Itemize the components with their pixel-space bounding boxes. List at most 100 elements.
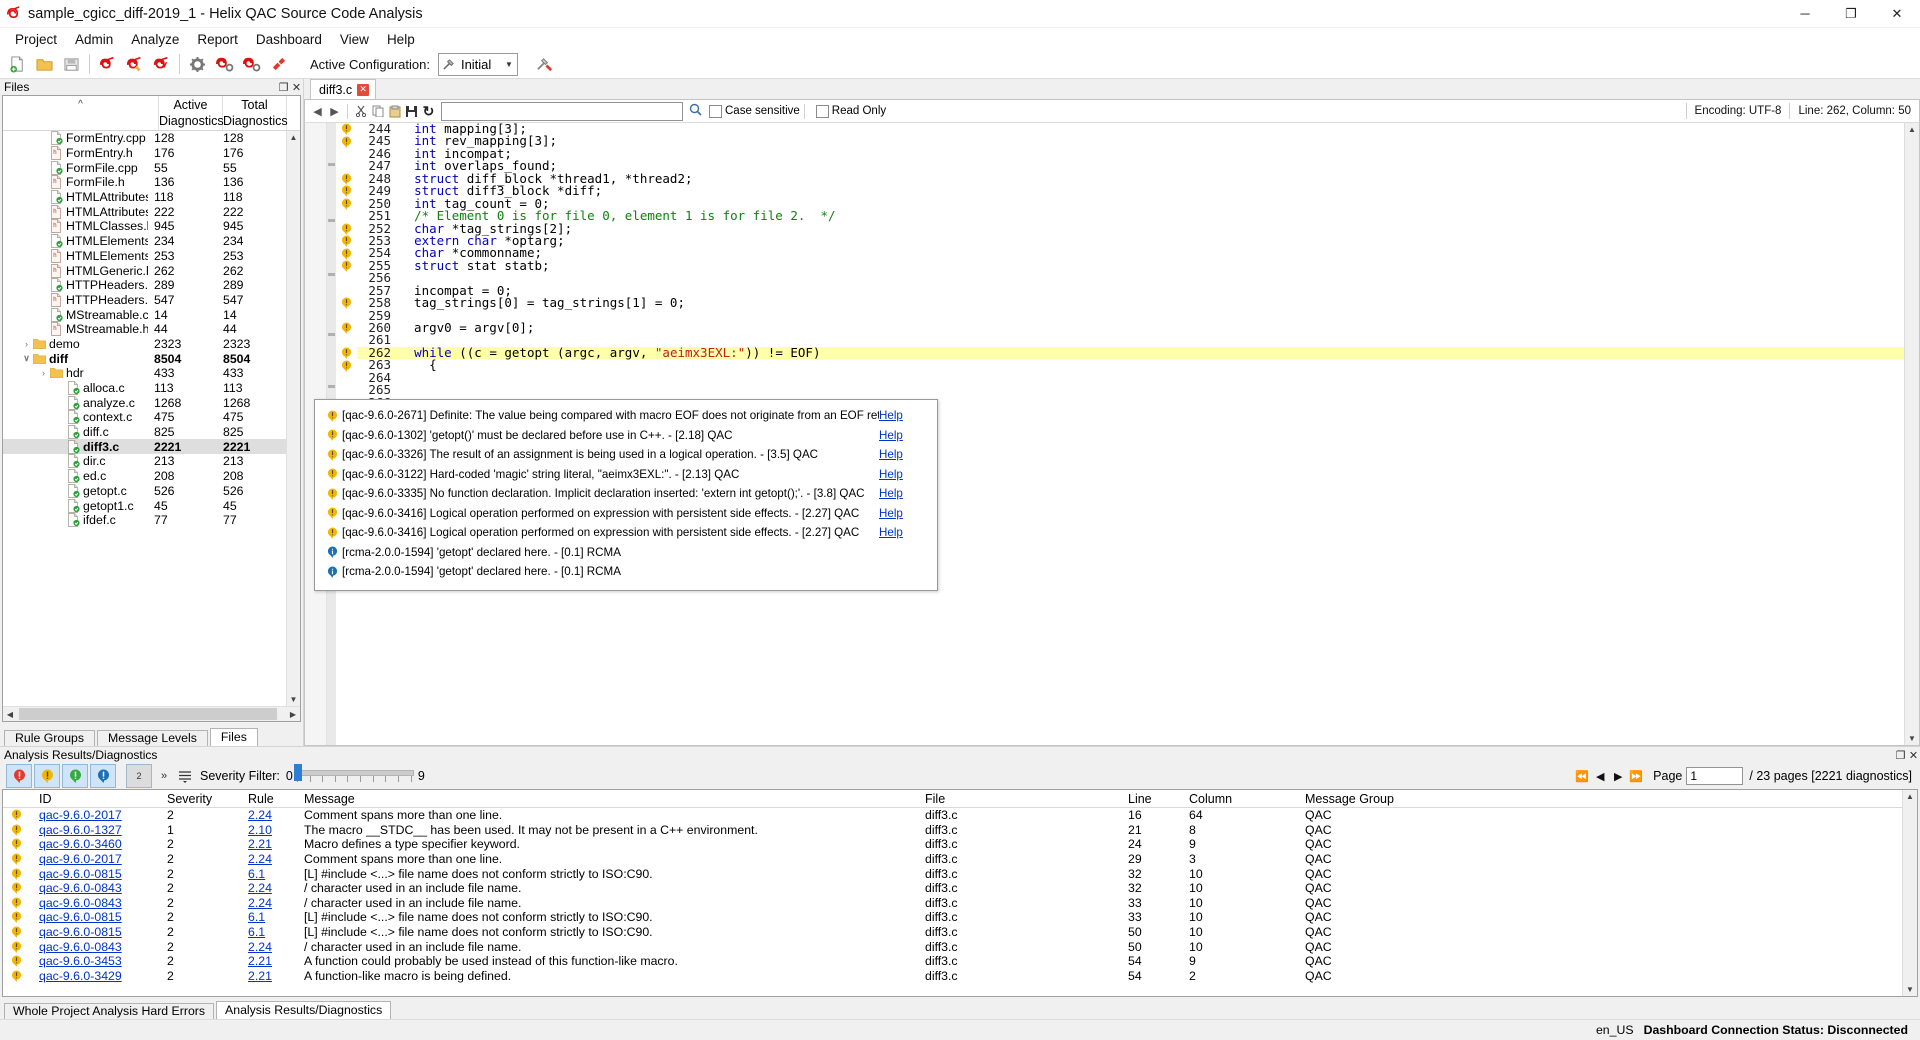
diagnostics-rows[interactable]: qac-9.6.0-201722.24Comment spans more th… bbox=[3, 808, 1902, 996]
file-tree-row[interactable]: ›demo23232323 bbox=[3, 337, 286, 352]
close-button[interactable]: ✕ bbox=[1874, 0, 1920, 27]
code-line[interactable]: 264 bbox=[357, 372, 1904, 384]
diagnostic-rule-link[interactable]: 2.10 bbox=[248, 823, 272, 837]
diagnostic-rule-link[interactable]: 2.21 bbox=[248, 954, 272, 968]
open-project-icon[interactable] bbox=[31, 51, 58, 77]
col-message-group[interactable]: Message Group bbox=[1299, 792, 1485, 806]
menu-admin[interactable]: Admin bbox=[66, 30, 122, 49]
diagnostic-rule-link[interactable]: 2.24 bbox=[248, 881, 272, 895]
close-icon[interactable]: ✕ bbox=[1907, 749, 1920, 762]
diagnostic-id-link[interactable]: qac-9.6.0-3429 bbox=[39, 969, 122, 983]
code-line[interactable]: 249 struct diff3_block *diff; bbox=[357, 185, 1904, 197]
help-link[interactable]: Help bbox=[879, 448, 937, 461]
scroll-down-icon[interactable]: ▼ bbox=[287, 693, 300, 706]
table-row[interactable]: qac-9.6.0-201722.24Comment spans more th… bbox=[3, 808, 1902, 823]
case-sensitive-checkbox[interactable]: Case sensitive bbox=[709, 105, 800, 118]
diagnostic-rule[interactable]: 2.10 bbox=[242, 823, 298, 837]
table-row[interactable]: qac-9.6.0-132712.10The macro __STDC__ ha… bbox=[3, 823, 1902, 838]
refresh-icon[interactable]: ↻ bbox=[420, 102, 437, 120]
diagnostic-id-link[interactable]: qac-9.6.0-0843 bbox=[39, 896, 122, 910]
col-line[interactable]: Line bbox=[1122, 792, 1183, 806]
code-line[interactable]: 265 bbox=[357, 384, 1904, 396]
diagnostic-id-link[interactable]: qac-9.6.0-2017 bbox=[39, 808, 122, 822]
file-tree-row[interactable]: getopt1.c4545 bbox=[3, 498, 286, 513]
analyze-icon[interactable] bbox=[94, 51, 121, 77]
diagnostic-rule-link[interactable]: 2.24 bbox=[248, 896, 272, 910]
diagnostic-id[interactable]: qac-9.6.0-0843 bbox=[33, 881, 161, 895]
analysis-tab[interactable]: Analysis Results/Diagnostics bbox=[216, 1001, 391, 1019]
help-link[interactable]: Help bbox=[879, 487, 937, 500]
read-only-checkbox[interactable]: Read Only bbox=[816, 105, 886, 118]
code-editor[interactable]: 244 int mapping[3];245 int rev_mapping[3… bbox=[304, 123, 1920, 746]
file-tree-row[interactable]: diff.c825825 bbox=[3, 425, 286, 440]
next-page-button[interactable]: ▶ bbox=[1609, 770, 1627, 783]
tree-expander-icon[interactable]: ∨ bbox=[21, 353, 32, 364]
scroll-up-icon[interactable]: ▲ bbox=[1905, 123, 1919, 136]
help-link[interactable]: Help bbox=[879, 429, 937, 442]
file-tree-row[interactable]: ›hdr433433 bbox=[3, 366, 286, 381]
scroll-left-icon[interactable]: ◀ bbox=[3, 710, 17, 719]
scroll-down-icon[interactable]: ▼ bbox=[1905, 732, 1919, 745]
active-configuration-select[interactable]: Initial ▼ bbox=[438, 53, 518, 76]
diagnostic-rule-link[interactable]: 6.1 bbox=[248, 910, 265, 924]
hscroll-thumb[interactable] bbox=[19, 708, 277, 720]
table-row[interactable]: qac-9.6.0-201722.24Comment spans more th… bbox=[3, 852, 1902, 867]
diagnostic-id[interactable]: qac-9.6.0-1327 bbox=[33, 823, 161, 837]
help-link[interactable]: Help bbox=[879, 468, 937, 481]
dashboard-link-icon[interactable] bbox=[265, 51, 292, 77]
diagnostic-id[interactable]: qac-9.6.0-2017 bbox=[33, 852, 161, 866]
save-icon[interactable] bbox=[403, 102, 420, 120]
file-tree-row[interactable]: alloca.c113113 bbox=[3, 381, 286, 396]
diagnostic-id-link[interactable]: qac-9.6.0-0843 bbox=[39, 881, 122, 895]
diagnostic-rule[interactable]: 2.21 bbox=[242, 837, 298, 851]
code-line[interactable]: 245 int rev_mapping[3]; bbox=[357, 135, 1904, 147]
code-line[interactable]: 254 char *commonname; bbox=[357, 247, 1904, 259]
table-row[interactable]: qac-9.6.0-345322.21A function could prob… bbox=[3, 954, 1902, 969]
files-col-total-diagnostics[interactable]: TotalDiagnostics bbox=[223, 96, 287, 130]
help-link[interactable]: Help bbox=[879, 507, 937, 520]
table-row[interactable]: qac-9.6.0-081526.1[L] #include <...> fil… bbox=[3, 866, 1902, 881]
diagnostic-id-link[interactable]: qac-9.6.0-0815 bbox=[39, 910, 122, 924]
analysis-rules-icon[interactable] bbox=[238, 51, 265, 77]
diagnostic-rule[interactable]: 6.1 bbox=[242, 925, 298, 939]
analyze-run-icon[interactable] bbox=[148, 51, 175, 77]
table-row[interactable]: qac-9.6.0-084322.24/ character used in a… bbox=[3, 896, 1902, 911]
code-line[interactable]: 262 while ((c = getopt (argc, argv, "aei… bbox=[357, 347, 1904, 359]
col-id[interactable]: ID bbox=[33, 792, 161, 806]
scroll-down-icon[interactable]: ▼ bbox=[1903, 983, 1917, 996]
list-menu-icon[interactable] bbox=[174, 769, 196, 783]
file-tree-row[interactable]: hHTMLGeneric.h262262 bbox=[3, 263, 286, 278]
diagnostic-rule[interactable]: 2.21 bbox=[242, 954, 298, 968]
scroll-up-icon[interactable]: ▲ bbox=[287, 131, 300, 144]
diagnostics-vscrollbar[interactable]: ▲ ▼ bbox=[1902, 790, 1917, 996]
page-number-input[interactable]: 1 bbox=[1686, 767, 1743, 785]
scroll-up-icon[interactable]: ▲ bbox=[1903, 790, 1917, 803]
file-tree-row[interactable]: HTTPHeaders.cpp289289 bbox=[3, 278, 286, 293]
diagnostic-id[interactable]: qac-9.6.0-0843 bbox=[33, 940, 161, 954]
diagnostic-id-link[interactable]: qac-9.6.0-2017 bbox=[39, 852, 122, 866]
editor-tab-diff3c[interactable]: diff3.c ✕ bbox=[310, 79, 376, 99]
search-input[interactable] bbox=[441, 102, 683, 121]
diagnostic-rule[interactable]: 6.1 bbox=[242, 867, 298, 881]
file-tree-row[interactable]: HTMLElements.cpp234234 bbox=[3, 234, 286, 249]
file-tree-row[interactable]: hHTMLClasses.h945945 bbox=[3, 219, 286, 234]
file-tree-row[interactable]: hMStreamable.h4444 bbox=[3, 322, 286, 337]
tree-expander-icon[interactable]: › bbox=[38, 368, 49, 378]
paste-icon[interactable] bbox=[386, 102, 403, 120]
col-column[interactable]: Column bbox=[1183, 792, 1299, 806]
magnifier-icon[interactable] bbox=[689, 103, 702, 119]
table-row[interactable]: qac-9.6.0-346022.21Macro defines a type … bbox=[3, 837, 1902, 852]
code-line[interactable]: 255 struct stat statb; bbox=[357, 260, 1904, 272]
slider-track[interactable] bbox=[297, 770, 414, 776]
file-tree-row[interactable]: hFormEntry.h176176 bbox=[3, 146, 286, 161]
diagnostic-id[interactable]: qac-9.6.0-0815 bbox=[33, 867, 161, 881]
files-col-active-diagnostics[interactable]: ActiveDiagnostics bbox=[159, 96, 223, 130]
severity-error-filter[interactable] bbox=[6, 764, 32, 788]
diagnostic-rule[interactable]: 6.1 bbox=[242, 910, 298, 924]
diagnostic-rule[interactable]: 2.24 bbox=[242, 896, 298, 910]
chevron-down-icon[interactable]: ▼ bbox=[501, 60, 517, 69]
analysis-config-icon[interactable] bbox=[211, 51, 238, 77]
last-page-button[interactable]: ⏩ bbox=[1627, 770, 1645, 783]
copy-icon[interactable] bbox=[369, 102, 386, 120]
diagnostic-id-link[interactable]: qac-9.6.0-0843 bbox=[39, 940, 122, 954]
